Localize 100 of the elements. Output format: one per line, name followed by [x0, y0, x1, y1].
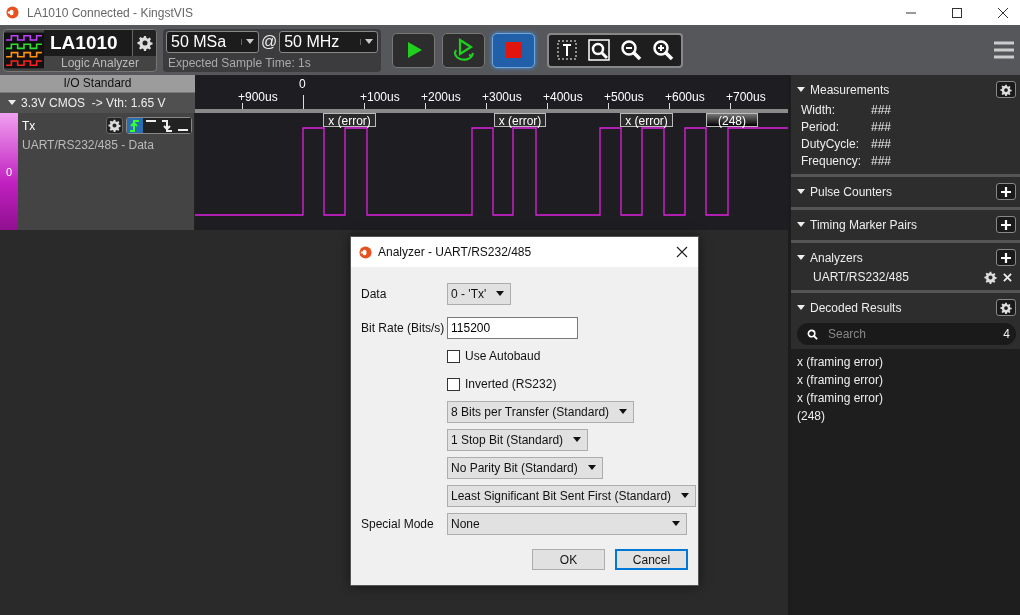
option-dropdown[interactable]: No Parity Bit (Standard): [447, 457, 603, 479]
caret-icon: [573, 437, 582, 443]
caret-icon: [681, 493, 690, 499]
channel-protocol: UART/RS232/485 - Data: [22, 138, 155, 152]
channel-settings-button[interactable]: [106, 117, 123, 134]
decoded-label: x (error): [620, 113, 673, 127]
window-title: LA1010 Connected - KingstVIS: [27, 5, 194, 20]
device-subtitle: Logic Analyzer: [59, 55, 140, 71]
low-level-trigger[interactable]: [175, 118, 191, 133]
zoom-in-tool[interactable]: [651, 38, 675, 62]
close-icon[interactable]: [676, 246, 688, 258]
option-dropdown[interactable]: 1 Stop Bit (Standard): [447, 429, 589, 451]
caret-icon: [672, 521, 680, 527]
option-dropdown[interactable]: Least Significant Bit Sent First (Standard): [447, 485, 697, 507]
time-tick-label: +400us: [543, 90, 583, 104]
caret-icon: [8, 100, 16, 106]
time-tick-label: +900us: [238, 90, 278, 104]
app-logo-icon: [359, 245, 372, 259]
caret-icon: [797, 254, 805, 261]
io-standard-label: I/O Standard: [0, 75, 195, 93]
app-logo-icon: [6, 6, 19, 19]
caret-icon: [797, 86, 805, 93]
expected-sample-time: Expected Sample Time: 1s: [167, 55, 312, 70]
measurement-value: ###: [871, 103, 893, 117]
loop-start-button[interactable]: [442, 32, 485, 68]
field-label: Data: [361, 287, 388, 301]
measurement-label: Width:: [801, 103, 836, 117]
plus-icon: [1001, 252, 1011, 263]
caret-icon: [797, 304, 805, 311]
time-tick-label: 0: [299, 77, 306, 91]
caret-icon: [245, 38, 254, 45]
section-title[interactable]: Decoded Results: [797, 300, 902, 315]
section-title[interactable]: Pulse Counters: [797, 184, 893, 199]
section-title[interactable]: Measurements: [797, 82, 890, 97]
decoded-result[interactable]: (248): [797, 407, 1020, 425]
caret-icon: [496, 291, 505, 297]
bit-rate-field[interactable]: 115200: [447, 317, 578, 339]
section-title[interactable]: Timing Marker Pairs: [797, 217, 917, 232]
add-button[interactable]: [996, 183, 1016, 200]
plus-icon: [1001, 186, 1011, 197]
settings-icon[interactable]: [984, 270, 997, 284]
plus-icon: [1001, 219, 1011, 230]
add-button[interactable]: [996, 216, 1016, 233]
time-tick-label: +500us: [604, 90, 644, 104]
channel-index: 0: [5, 165, 13, 178]
settings-button[interactable]: [996, 299, 1016, 316]
field-label: Special Mode: [361, 517, 435, 531]
search-field[interactable]: Search 4: [797, 323, 1016, 345]
decoded-result[interactable]: x (framing error): [797, 371, 1020, 389]
dialog-title: Analyzer - UART/RS232/485: [378, 245, 532, 259]
measurement-label: Frequency:: [801, 154, 863, 168]
measurement-label: DutyCycle:: [801, 137, 860, 151]
time-tick-label: +200us: [421, 90, 461, 104]
caret-icon: [797, 188, 805, 195]
time-tick-label: +700us: [726, 90, 766, 104]
zoom-out-tool[interactable]: [619, 38, 643, 62]
measurement-value: ###: [871, 154, 893, 168]
checkbox-label[interactable]: Use Autobaud: [465, 349, 541, 363]
device-name: LA1010: [49, 31, 119, 54]
channel-name: Tx: [22, 118, 37, 133]
add-button[interactable]: [996, 249, 1016, 266]
stop-button[interactable]: [492, 32, 535, 68]
decoded-result[interactable]: x (framing error): [797, 353, 1020, 371]
cancel-button[interactable]: Cancel: [615, 549, 688, 570]
time-tick-label: +300us: [482, 90, 522, 104]
decoded-label: x (error): [323, 113, 376, 127]
sample-depth-dropdown[interactable]: 50 MSa: [166, 30, 259, 53]
decoded-result[interactable]: x (framing error): [797, 389, 1020, 407]
checkbox[interactable]: [447, 377, 460, 391]
measurement-label: Period:: [801, 120, 841, 134]
falling-edge-icon: [161, 119, 173, 132]
time-tick-label: +100us: [360, 90, 400, 104]
search-icon: [807, 328, 818, 340]
decoded-label: (248): [706, 113, 758, 127]
measurement-value: ###: [871, 137, 893, 151]
text-select-tool[interactable]: [555, 38, 579, 62]
checkbox[interactable]: [447, 349, 460, 363]
time-tick-label: +600us: [665, 90, 705, 104]
decoded-label: x (error): [494, 113, 546, 127]
checkbox-label[interactable]: Inverted (RS232): [465, 377, 557, 391]
analyzer-name[interactable]: UART/RS232/485: [813, 270, 978, 284]
sample-rate-dropdown[interactable]: 50 MHz: [279, 30, 378, 53]
search-input[interactable]: Search: [826, 326, 996, 342]
measurement-value: ###: [871, 120, 893, 134]
maximize-icon[interactable]: [952, 7, 962, 18]
special-mode-dropdown[interactable]: None: [447, 513, 687, 535]
io-standard-dropdown[interactable]: 3.3V CMOS -> Vth: 1.65 V: [0, 93, 195, 113]
ok-button[interactable]: OK: [532, 549, 605, 570]
section-title[interactable]: Analyzers: [797, 250, 863, 265]
settings-button[interactable]: [996, 81, 1016, 98]
rising-edge-trigger[interactable]: [127, 118, 143, 133]
close-icon[interactable]: [998, 7, 1008, 18]
menu-icon[interactable]: [994, 41, 1014, 59]
option-dropdown[interactable]: 8 Bits per Transfer (Standard): [447, 401, 635, 423]
device-settings-button[interactable]: [132, 29, 156, 56]
start-button[interactable]: [392, 32, 435, 68]
zoom-fit-tool[interactable]: [587, 38, 611, 62]
field-label: Bit Rate (Bits/s): [361, 321, 446, 335]
data-channel-dropdown[interactable]: 0 - 'Tx': [447, 283, 512, 305]
caret-icon: [365, 38, 373, 45]
